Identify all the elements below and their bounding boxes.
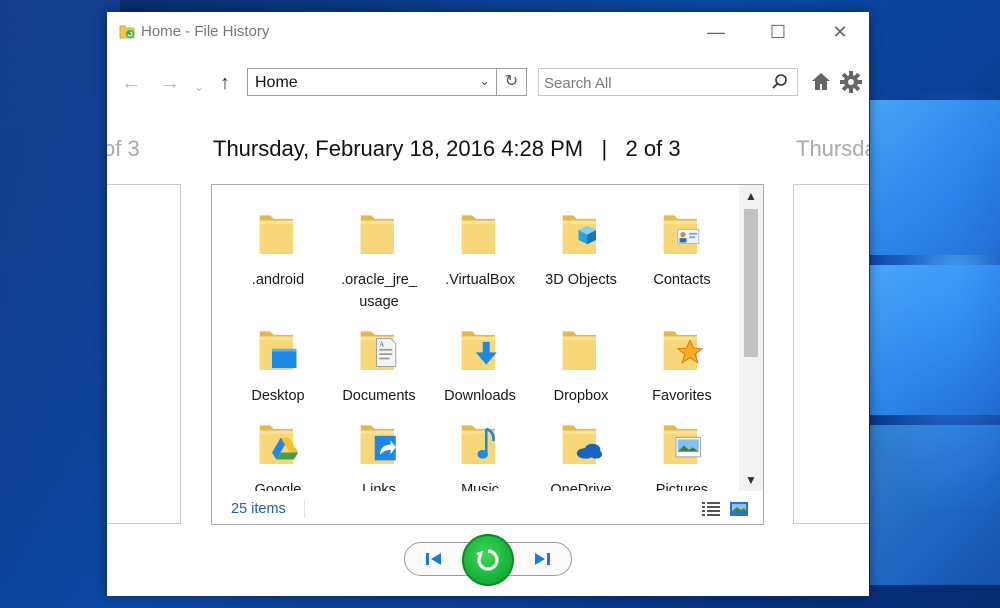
file-item[interactable]: Contacts <box>632 193 732 293</box>
onedrive-folder-icon <box>561 413 603 471</box>
3d-objects-folder-icon <box>561 203 603 261</box>
file-name: Links <box>362 482 396 491</box>
file-item[interactable]: Pictures <box>632 403 732 491</box>
windows-logo-pane <box>870 265 1000 415</box>
next-version-button[interactable] <box>533 551 551 567</box>
file-item[interactable]: Favorites <box>632 309 732 409</box>
file-item[interactable]: 3D Objects <box>531 193 631 293</box>
home-icon[interactable] <box>810 71 832 93</box>
file-item[interactable]: Google Drive <box>228 403 328 491</box>
back-arrow-icon[interactable]: ← <box>121 73 141 93</box>
details-view-icon[interactable] <box>702 502 720 516</box>
contacts-folder-icon <box>662 203 704 261</box>
file-history-window: Home - File History — ☐ ✕ ← → ⌄ ↑ Home ⌄… <box>107 12 869 596</box>
file-name: Pictures <box>655 482 709 491</box>
folder-icon <box>359 203 401 261</box>
previous-snapshot-label[interactable]: of 3 <box>107 136 140 162</box>
title-bar[interactable]: Home - File History — ☐ ✕ <box>107 12 869 52</box>
file-item[interactable]: Downloads <box>430 309 530 409</box>
address-dropdown-icon[interactable]: ⌄ <box>479 73 490 89</box>
navigation-bar: ← → ⌄ ↑ Home ⌄ ↻ Search All <box>107 68 869 100</box>
documents-folder-icon: A <box>359 319 401 377</box>
file-item[interactable]: Links <box>329 403 429 491</box>
current-snapshot-label: Thursday, February 18, 2016 4:28 PM | 2 … <box>213 136 681 161</box>
window-title: Home - File History <box>141 23 270 40</box>
scrollbar-thumb[interactable] <box>744 209 758 357</box>
maximize-button[interactable]: ☐ <box>763 20 793 44</box>
scroll-down-icon[interactable]: ▼ <box>739 473 763 487</box>
scroll-up-icon[interactable]: ▲ <box>739 189 763 203</box>
file-name: Contacts <box>653 272 711 288</box>
next-snapshot-label[interactable]: Thursda <box>796 136 869 162</box>
pictures-folder-icon <box>662 413 704 471</box>
previous-snapshot-panel[interactable] <box>107 184 181 524</box>
folder-icon <box>460 203 502 261</box>
large-icons-view-icon[interactable] <box>730 502 748 516</box>
refresh-button[interactable]: ↻ <box>497 68 527 96</box>
file-item[interactable]: .android <box>228 193 328 293</box>
previous-version-button[interactable] <box>425 551 443 567</box>
status-bar: 25 items <box>212 491 763 524</box>
search-icon[interactable] <box>770 72 790 92</box>
file-grid: .android .oracle_jre_ usage .VirtualBox 3D … <box>212 185 738 491</box>
windows-logo-pane <box>870 425 1000 585</box>
file-item[interactable]: OneDrive <box>531 403 631 491</box>
svg-text:A: A <box>379 340 384 348</box>
folder-icon <box>561 319 603 377</box>
favorites-folder-icon <box>662 319 704 377</box>
downloads-folder-icon <box>460 319 502 377</box>
forward-arrow-icon[interactable]: → <box>160 73 180 93</box>
snapshot-file-view: .android .oracle_jre_ usage .VirtualBox 3D … <box>211 184 764 525</box>
windows-logo-pane <box>870 100 1000 255</box>
file-name: Google Drive <box>254 482 302 491</box>
file-name: .VirtualBox <box>445 272 515 288</box>
address-bar[interactable]: Home ⌄ <box>247 68 497 96</box>
google-drive-folder-icon <box>258 413 300 471</box>
address-value: Home <box>255 74 298 91</box>
file-item[interactable]: Dropbox <box>531 309 631 409</box>
gear-icon[interactable] <box>839 70 863 94</box>
file-item[interactable]: Music <box>430 403 530 491</box>
file-item[interactable]: .VirtualBox <box>430 193 530 293</box>
folder-icon <box>258 203 300 261</box>
search-placeholder: Search All <box>544 75 612 92</box>
snapshot-date-bar: of 3 Thursday, February 18, 2016 4:28 PM… <box>107 136 869 166</box>
file-name: OneDrive <box>550 482 612 491</box>
up-arrow-icon[interactable]: ↑ <box>220 72 230 95</box>
links-folder-icon <box>359 413 401 471</box>
music-folder-icon <box>460 413 502 471</box>
vertical-scrollbar[interactable]: ▲ ▼ <box>739 185 763 491</box>
next-snapshot-panel[interactable] <box>793 184 869 524</box>
file-name: 3D Objects <box>545 272 617 288</box>
file-name: Music <box>461 482 499 491</box>
file-item[interactable]: .oracle_jre_ usage <box>329 193 429 310</box>
close-button[interactable]: ✕ <box>825 20 855 44</box>
restore-button[interactable] <box>462 534 514 586</box>
desktop-folder-icon <box>258 319 300 377</box>
file-name: .android <box>251 272 305 288</box>
recent-locations-dropdown-icon[interactable]: ⌄ <box>194 77 204 97</box>
file-name: .oracle_jre_ usage <box>341 272 417 310</box>
file-item[interactable]: Desktop <box>228 309 328 409</box>
file-history-app-icon <box>119 25 135 39</box>
item-count: 25 items <box>231 501 286 517</box>
minimize-button[interactable]: — <box>701 20 731 44</box>
search-input[interactable]: Search All <box>538 68 798 96</box>
file-item[interactable]: A Documents <box>329 309 429 409</box>
restore-icon <box>476 549 499 571</box>
